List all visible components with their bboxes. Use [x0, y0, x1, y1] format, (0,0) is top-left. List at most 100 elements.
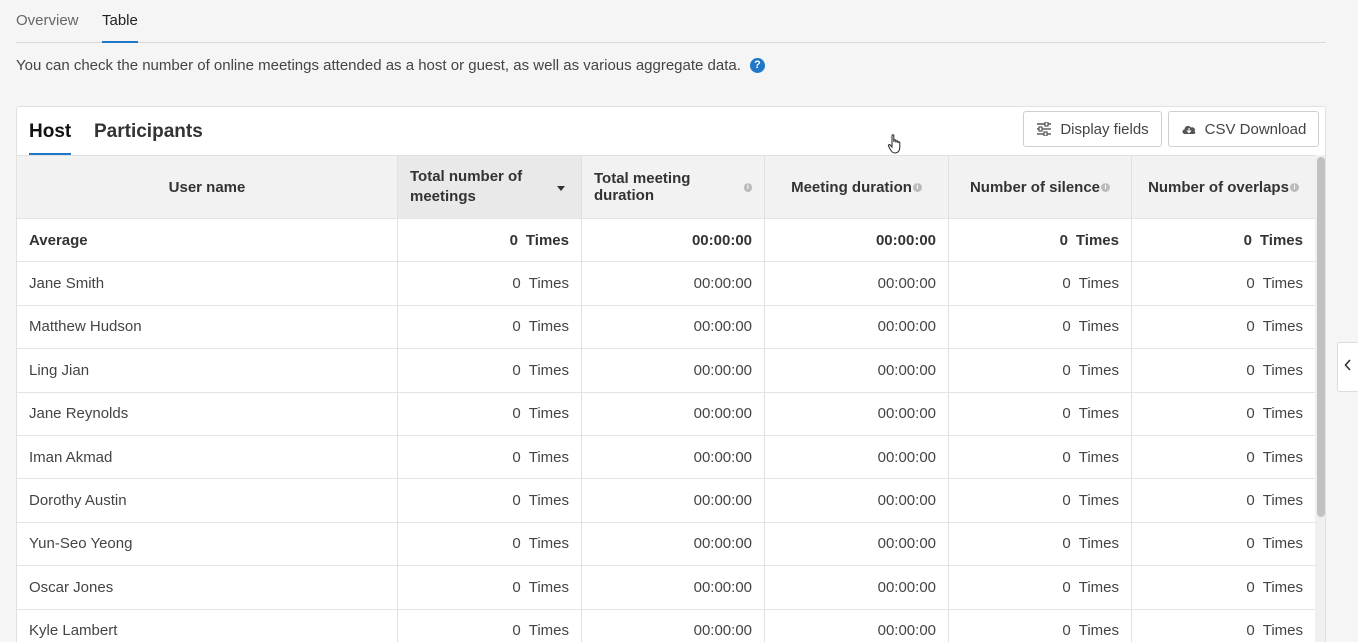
value: 0: [1246, 361, 1255, 379]
value: 0: [1062, 361, 1071, 379]
column-header-total-duration[interactable]: Total meeting duration i: [582, 156, 765, 218]
scroll-thumb[interactable]: [1317, 157, 1325, 517]
overlaps-cell: 0 Times: [1132, 393, 1315, 435]
meeting-duration-cell: 00:00:00: [765, 479, 949, 522]
unit: Times: [1262, 318, 1303, 336]
total-meetings-cell: 0 Times: [398, 349, 582, 392]
column-header-overlaps[interactable]: Number of overlaps i: [1132, 156, 1315, 218]
total-meetings-label: Total number of meetings: [410, 168, 523, 205]
unit: Times: [1262, 405, 1303, 423]
total-duration-cell: 00:00:00: [582, 305, 765, 349]
column-header-user-name[interactable]: User name: [17, 156, 398, 218]
value: 0: [512, 448, 521, 466]
user-name-cell: Oscar Jones: [17, 566, 398, 609]
tab-participants[interactable]: Participants: [94, 121, 203, 155]
user-name-cell: Yun-Seo Yeong: [17, 522, 398, 566]
value: 0: [512, 578, 521, 596]
sort-desc-icon[interactable]: [557, 186, 565, 191]
column-header-silence[interactable]: Number of silence i: [949, 156, 1132, 218]
overlaps-cell: 0 Times: [1132, 436, 1315, 478]
user-name-cell: Iman Akmad: [17, 435, 398, 479]
user-name-cell: Ling Jian: [17, 349, 398, 392]
page-description: You can check the number of online meeti…: [16, 57, 765, 74]
column-header-meeting-duration[interactable]: Meeting duration i: [765, 156, 949, 218]
sliders-icon: [1036, 122, 1052, 136]
meeting-duration-cell: 00:00:00: [765, 305, 949, 349]
meeting-duration-label: Meeting duration: [791, 178, 912, 196]
unit: Times: [1262, 361, 1303, 379]
value: 0: [1062, 275, 1071, 293]
value: 0: [1246, 492, 1255, 510]
unit: Times: [528, 275, 569, 293]
unit: Times: [528, 448, 569, 466]
silence-cell: 0 Times: [949, 305, 1132, 349]
value: 0: [509, 231, 518, 249]
total-meetings-cell: 0 Times: [398, 566, 582, 609]
total-meetings-cell: 0 Times: [398, 262, 582, 305]
tab-overview[interactable]: Overview: [16, 12, 79, 43]
info-icon[interactable]: i: [743, 182, 752, 192]
table-row[interactable]: Ling Jian 0 Times 00:00:00 00:00:00 0 Times 0 Ti…: [17, 349, 1315, 393]
value: 0: [1243, 231, 1252, 249]
table-row[interactable]: Yun-Seo Yeong 0 Times 00:00:00 00:00:00 0 Time…: [17, 522, 1315, 567]
display-fields-button[interactable]: Display fields: [1023, 111, 1162, 147]
unit: Times: [528, 578, 569, 596]
unit: Times: [1078, 361, 1119, 379]
info-icon[interactable]: i: [912, 182, 922, 192]
meeting-duration-cell: 00:00:00: [765, 392, 949, 435]
tab-host[interactable]: Host: [29, 121, 72, 155]
user-name-cell: Matthew Hudson: [17, 305, 398, 349]
value: 0: [512, 361, 521, 379]
overlaps-cell: 0 Times: [1132, 306, 1315, 348]
info-icon[interactable]: i: [1101, 182, 1111, 192]
value: 0: [1246, 405, 1255, 423]
user-name-cell: Kyle Lambert: [17, 609, 398, 642]
table-row[interactable]: Jane Smith 0 Times 00:00:00 00:00:00 0 Times 0 T…: [17, 262, 1315, 306]
table-row[interactable]: Iman Akmad 0 Times 00:00:00 00:00:00 0 Times 0 T…: [17, 435, 1315, 480]
overlaps-cell: 0 Times: [1132, 523, 1315, 565]
table-row[interactable]: Oscar Jones 0 Times 00:00:00 00:00:00 0 Times 0…: [17, 566, 1315, 610]
silence-cell: 0 Times: [949, 566, 1132, 609]
table-scrollbar[interactable]: [1315, 155, 1325, 642]
info-icon[interactable]: i: [1289, 182, 1299, 192]
average-label: Average: [17, 219, 398, 262]
tab-table[interactable]: Table: [102, 12, 138, 43]
unit: Times: [528, 535, 569, 553]
unit: Times: [528, 622, 569, 640]
unit: Times: [1259, 231, 1303, 249]
unit: Times: [1078, 275, 1119, 293]
top-tab-bar: Overview Table: [16, 0, 1326, 43]
unit: Times: [1078, 492, 1119, 510]
table-row[interactable]: Matthew Hudson 0 Times 00:00:00 00:00:00 0 Tim…: [17, 305, 1315, 350]
unit: Times: [1078, 622, 1119, 640]
page: Overview Table You can check the number …: [0, 0, 1358, 642]
unit: Times: [528, 492, 569, 510]
unit: Times: [1262, 578, 1303, 596]
total-meetings-cell: 0 Times: [398, 392, 582, 435]
table-body: Jane Smith 0 Times 00:00:00 00:00:00 0 Times 0 T…: [17, 262, 1315, 642]
value: 0: [512, 405, 521, 423]
average-meeting-duration: 00:00:00: [765, 219, 949, 262]
value: 0: [1062, 578, 1071, 596]
unit: Times: [1262, 622, 1303, 640]
side-panel-toggle[interactable]: [1337, 342, 1358, 392]
csv-download-button[interactable]: CSV Download: [1168, 111, 1319, 147]
silence-cell: 0 Times: [949, 479, 1132, 522]
value: 0: [512, 275, 521, 293]
total-duration-cell: 00:00:00: [582, 479, 765, 522]
unit: Times: [528, 405, 569, 423]
silence-cell: 0 Times: [949, 522, 1132, 566]
overlaps-label: Number of overlaps: [1148, 178, 1289, 196]
value: 0: [512, 535, 521, 553]
table-row[interactable]: Jane Reynolds 0 Times 00:00:00 00:00:00 0 Time…: [17, 392, 1315, 436]
help-circle-icon[interactable]: ?: [749, 58, 765, 73]
table-row[interactable]: Kyle Lambert 0 Times 00:00:00 00:00:00 0 Times…: [17, 609, 1315, 642]
total-duration-label: Total meeting duration: [594, 170, 691, 204]
meeting-duration-cell: 00:00:00: [765, 522, 949, 566]
silence-cell: 0 Times: [949, 435, 1132, 479]
meeting-duration-cell: 00:00:00: [765, 349, 949, 392]
table-card: Host Participants Display fields CSV Dow…: [16, 106, 1326, 642]
column-header-total-meetings[interactable]: Total number of meetings: [398, 156, 582, 218]
table-row[interactable]: Dorothy Austin 0 Times 00:00:00 00:00:00 0 Tim…: [17, 479, 1315, 523]
value: 0: [1062, 318, 1071, 336]
